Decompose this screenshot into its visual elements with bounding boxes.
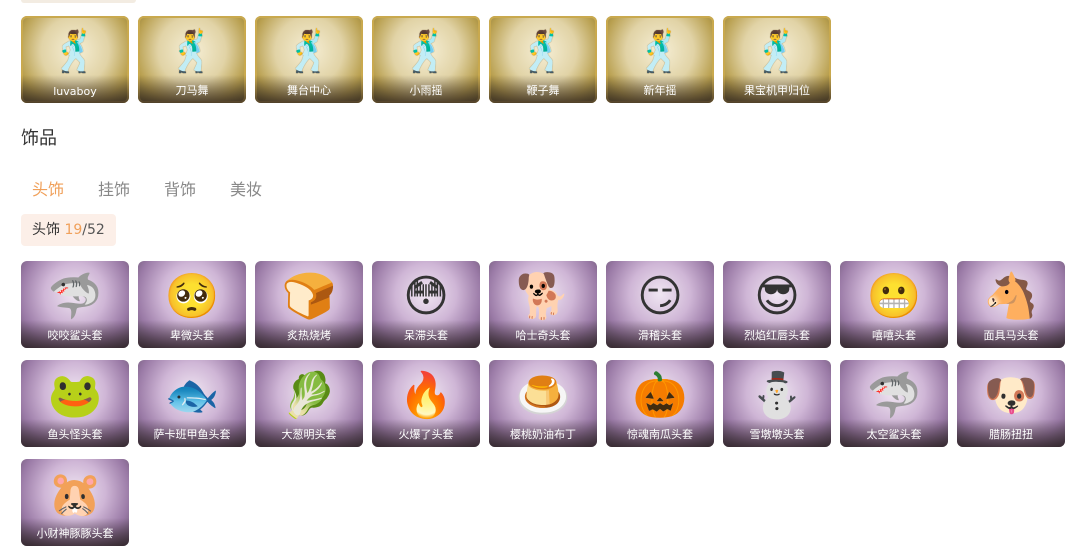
emote-card[interactable]: 🕺 小雨摇 <box>372 16 480 103</box>
fish-icon: 🐟 <box>164 370 220 421</box>
card-name: 嘻嘻头套 <box>872 329 916 342</box>
capybara-icon: 🐹 <box>47 469 103 520</box>
card-name: 果宝机甲归位 <box>744 84 810 97</box>
accessory-card[interactable]: 😎 烈焰红唇头套 <box>723 261 831 348</box>
card-name: 大葱明头套 <box>281 428 337 441</box>
emote-card[interactable]: 🕺 舞台中心 <box>255 16 363 103</box>
accessory-card[interactable]: 🍮 樱桃奶油布丁 <box>489 360 597 447</box>
emote-card[interactable]: 🕺 果宝机甲归位 <box>723 16 831 103</box>
tab-hanging[interactable]: 挂饰 <box>98 176 130 200</box>
counter-label: 头饰 <box>32 222 60 238</box>
card-name: 小雨摇 <box>409 84 443 97</box>
emote-card[interactable]: 🕺 刀马舞 <box>138 16 246 103</box>
accessory-card[interactable]: ⛄ 雪墩墩头套 <box>723 360 831 447</box>
accessory-tabs: 头饰 挂饰 背饰 美妆 <box>32 176 262 200</box>
counter-total: 52 <box>87 222 105 238</box>
accessory-card[interactable]: 🦈 咬咬鲨头套 <box>21 261 129 348</box>
card-name: 烈焰红唇头套 <box>744 329 810 342</box>
husky-icon: 🐕 <box>515 271 571 322</box>
accessory-card[interactable]: 🐹 小财神豚豚头套 <box>21 459 129 546</box>
dachshund-icon: 🐶 <box>983 370 1039 421</box>
grin-face-icon: 😬 <box>866 271 922 322</box>
space-shark-icon: 🦈 <box>866 370 922 421</box>
pumpkin-icon: 🎃 <box>632 370 688 421</box>
dance-pose-icon: 🕺 <box>50 29 100 75</box>
section-title: 饰品 <box>21 128 57 149</box>
accessory-card[interactable]: 😳 呆滞头套 <box>372 261 480 348</box>
accessory-card[interactable]: 🎃 惊魂南瓜头套 <box>606 360 714 447</box>
card-name: 萨卡班甲鱼头套 <box>153 428 231 441</box>
horse-icon: 🐴 <box>983 271 1039 322</box>
toast-face-icon: 🍞 <box>281 271 337 322</box>
pikachu-icon: 😎 <box>754 271 800 322</box>
accessory-card[interactable]: 🐴 面具马头套 <box>957 261 1065 348</box>
dazed-face-icon: 😳 <box>403 271 449 322</box>
accessory-card[interactable]: 🥬 大葱明头套 <box>255 360 363 447</box>
fire-icon: 🔥 <box>398 370 454 421</box>
card-name: 鞭子舞 <box>526 84 560 97</box>
tab-back[interactable]: 背饰 <box>164 176 196 200</box>
dance-pose-icon: 🕺 <box>635 29 685 75</box>
scallion-icon: 🥬 <box>281 370 337 421</box>
emote-grid: 🕺 luvaboy 🕺 刀马舞 🕺 舞台中心 🕺 小雨摇 🕺 鞭子舞 🕺 新年摇 🕺 果宝机甲归位 <box>21 16 1071 103</box>
dance-pose-icon: 🕺 <box>401 29 451 75</box>
card-name: 咬咬鲨头套 <box>47 329 103 342</box>
card-name: luvaboy <box>53 85 97 98</box>
card-name: 腊肠扭扭 <box>989 428 1033 441</box>
pudding-icon: 🍮 <box>515 370 571 421</box>
card-name: 刀马舞 <box>175 84 209 97</box>
accessory-card[interactable]: 🐕 哈士奇头套 <box>489 261 597 348</box>
dance-pose-icon: 🕺 <box>284 29 334 75</box>
counter-owned: 19 <box>64 222 83 238</box>
accessory-card[interactable]: 🐶 腊肠扭扭 <box>957 360 1065 447</box>
tab-headwear[interactable]: 头饰 <box>32 176 64 200</box>
accessory-card[interactable]: 😬 嘻嘻头套 <box>840 261 948 348</box>
card-name: 樱桃奶油布丁 <box>510 428 576 441</box>
card-name: 呆滞头套 <box>404 329 448 342</box>
accessory-card[interactable]: 🥺 卑微头套 <box>138 261 246 348</box>
card-name: 舞台中心 <box>287 84 331 97</box>
dance-pose-icon: 🕺 <box>167 29 217 75</box>
card-name: 滑稽头套 <box>638 329 682 342</box>
emote-card[interactable]: 🕺 鞭子舞 <box>489 16 597 103</box>
card-name: 火爆了头套 <box>398 428 454 441</box>
accessory-grid: 🦈 咬咬鲨头套 🥺 卑微头套 🍞 炙热烧烤 😳 呆滞头套 🐕 哈士奇头套 😏 滑稽头套 😎 烈焰红唇头套 😬… <box>21 261 1071 546</box>
emote-card[interactable]: 🕺 新年摇 <box>606 16 714 103</box>
snowman-icon: ⛄ <box>749 370 805 421</box>
smirk-face-icon: 😏 <box>637 271 683 322</box>
emote-card[interactable]: 🕺 luvaboy <box>21 16 129 103</box>
dance-pose-icon: 🕺 <box>752 29 802 75</box>
accessory-card[interactable]: 🦈 太空鲨头套 <box>840 360 948 447</box>
card-name: 炙热烧烤 <box>287 329 331 342</box>
card-name: 鱼头怪头套 <box>47 428 103 441</box>
card-name: 面具马头套 <box>983 329 1039 342</box>
card-name: 雪墩墩头套 <box>749 428 805 441</box>
accessory-card[interactable]: 🐸 鱼头怪头套 <box>21 360 129 447</box>
dance-pose-icon: 🕺 <box>518 29 568 75</box>
accessory-card[interactable]: 🔥 火爆了头套 <box>372 360 480 447</box>
card-name: 哈士奇头套 <box>515 329 571 342</box>
card-name: 卑微头套 <box>170 329 214 342</box>
accessory-card[interactable]: 🐟 萨卡班甲鱼头套 <box>138 360 246 447</box>
tab-makeup[interactable]: 美妆 <box>230 176 262 200</box>
card-name: 小财神豚豚头套 <box>36 527 114 540</box>
collection-counter: 头饰 19/52 <box>21 214 116 246</box>
worried-face-icon: 🥺 <box>164 271 220 322</box>
accessory-card[interactable]: 🍞 炙热烧烤 <box>255 261 363 348</box>
accessory-card[interactable]: 😏 滑稽头套 <box>606 261 714 348</box>
fish-monster-icon: 🐸 <box>47 370 103 421</box>
card-name: 太空鲨头套 <box>866 428 922 441</box>
previous-item-edge <box>21 0 136 3</box>
card-name: 惊魂南瓜头套 <box>627 428 693 441</box>
card-name: 新年摇 <box>643 84 677 97</box>
shark-icon: 🦈 <box>47 271 103 322</box>
